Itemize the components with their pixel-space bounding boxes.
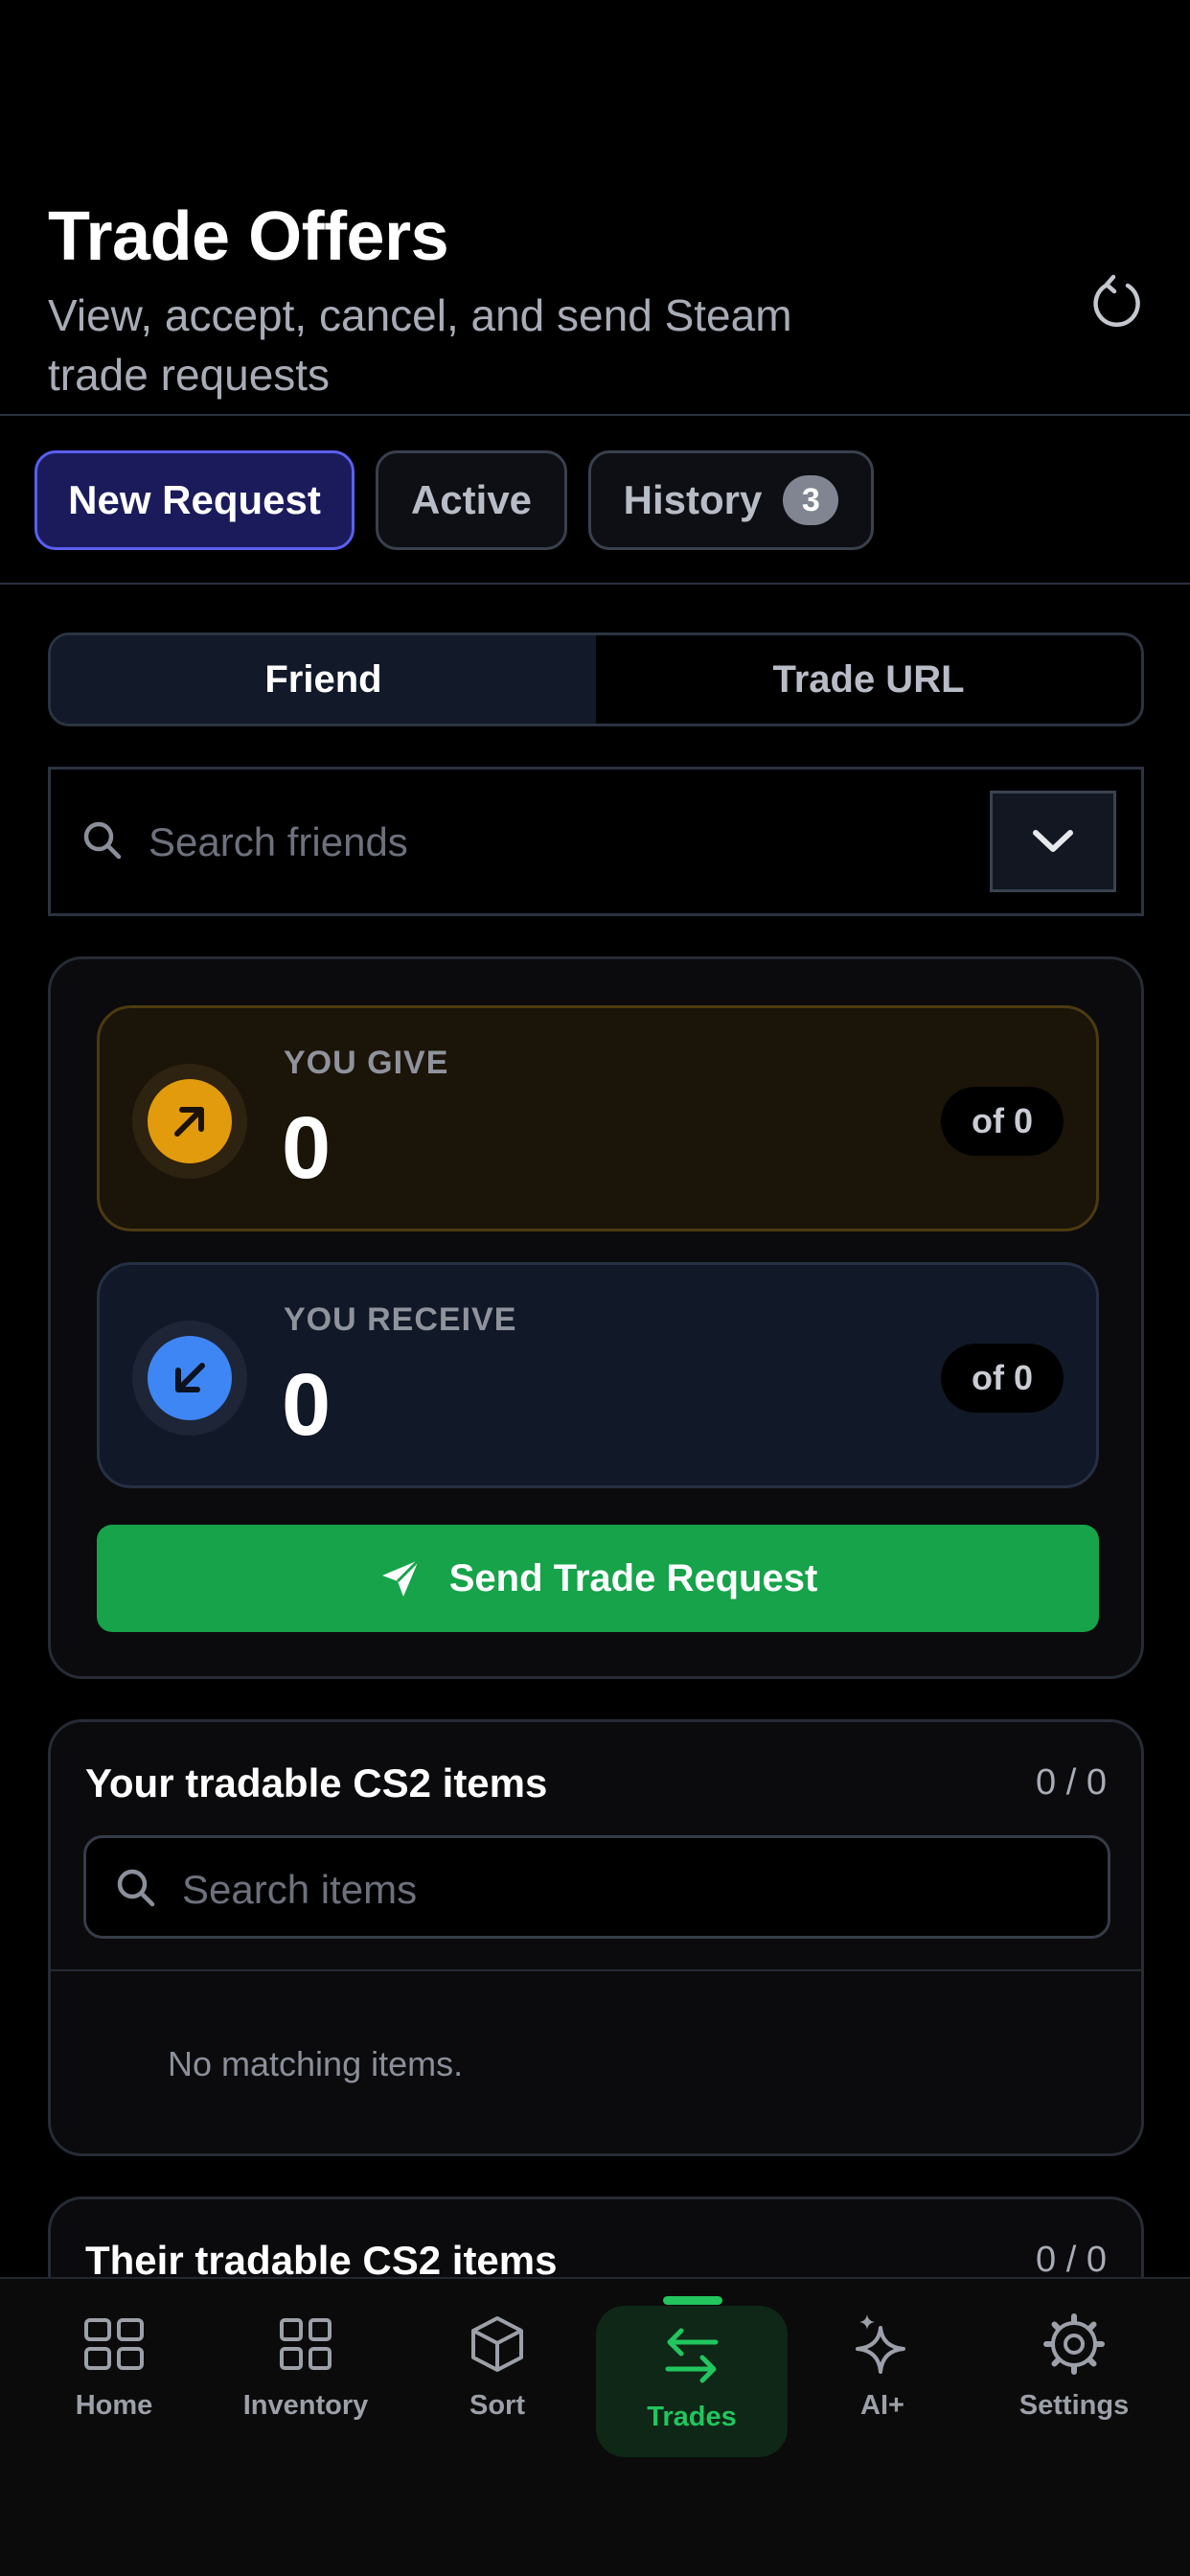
segment-friend[interactable]: Friend [51, 635, 596, 724]
give-icon-circle [132, 1064, 247, 1179]
you-receive-box: YOU RECEIVE 0 of 0 [97, 1262, 1099, 1488]
sparkles-icon [856, 2314, 905, 2374]
friend-dropdown-button[interactable] [990, 791, 1116, 892]
nav-inventory[interactable]: Inventory [215, 2306, 397, 2430]
segment-trade-url[interactable]: Trade URL [596, 635, 1141, 724]
tab-active[interactable]: Active [376, 450, 567, 550]
their-items-count: 0 / 0 [1036, 2240, 1107, 2280]
nav-label: Trades [647, 2402, 737, 2432]
you-give-total: of 0 [941, 1087, 1064, 1156]
send-button-label: Send Trade Request [448, 1556, 818, 1599]
friend-search[interactable]: Search friends [48, 767, 1144, 916]
arrow-up-right-icon [174, 1107, 204, 1137]
bottom-tab-bar: Home Inventory Sort Trades AI+ Settings [0, 2277, 1190, 2576]
chevron-down-icon [1033, 830, 1073, 852]
header: Trade Offers View, accept, cancel, and s… [0, 0, 1190, 416]
search-friends-placeholder: Search friends [149, 819, 408, 864]
tab-history[interactable]: History 3 [588, 450, 874, 550]
arrow-down-left-icon [175, 1363, 205, 1392]
search-items-placeholder: Search items [182, 1867, 418, 1912]
nav-home[interactable]: Home [23, 2306, 205, 2430]
receive-icon-circle [132, 1321, 247, 1436]
you-give-count: 0 [282, 1099, 332, 1197]
you-receive-total: of 0 [941, 1344, 1064, 1413]
box-icon [471, 2316, 523, 2372]
your-items-count: 0 / 0 [1036, 1762, 1107, 1803]
tab-label: History [623, 477, 763, 522]
page-title: Trade Offers [48, 198, 449, 275]
refresh-icon [1093, 274, 1140, 328]
tabs-divider [0, 583, 1190, 585]
paper-plane-icon [381, 1558, 420, 1597]
empty-items-message: No matching items. [168, 2044, 464, 2083]
nav-label: Home [75, 2390, 153, 2421]
your-items-card: Your tradable CS2 items 0 / 0 Search ite… [48, 1719, 1144, 2156]
active-nav-indicator [663, 2296, 722, 2305]
you-receive-label: YOU RECEIVE [284, 1301, 517, 1338]
page-subtitle: View, accept, cancel, and send Steam tra… [48, 290, 792, 400]
trade-tabs: New Request Active History 3 [0, 450, 1190, 550]
send-trade-request-button[interactable]: Send Trade Request [97, 1525, 1099, 1632]
grid-icon [84, 2318, 144, 2370]
tab-label: Active [410, 477, 533, 522]
nav-label: Inventory [242, 2390, 369, 2421]
swap-arrows-icon [665, 2328, 719, 2383]
header-divider [0, 414, 1190, 416]
you-give-box: YOU GIVE 0 of 0 [97, 1005, 1099, 1231]
grid-icon [280, 2318, 332, 2370]
refresh-button[interactable] [1083, 268, 1150, 335]
items-divider [51, 1969, 1141, 1971]
tab-label: New Request [68, 477, 321, 522]
you-give-label: YOU GIVE [284, 1045, 449, 1081]
nav-settings[interactable]: Settings [983, 2306, 1165, 2430]
nav-sort[interactable]: Sort [406, 2306, 588, 2430]
tab-new-request[interactable]: New Request [34, 450, 355, 550]
search-items-input[interactable]: Search items [83, 1835, 1110, 1939]
search-icon [81, 819, 124, 866]
search-icon [115, 1867, 157, 1914]
recipient-type-toggle: Friend Trade URL [48, 632, 1144, 726]
gear-icon [1043, 2313, 1105, 2375]
nav-label: AI+ [860, 2390, 904, 2421]
nav-label: Sort [469, 2390, 525, 2421]
history-count-badge: 3 [783, 475, 839, 525]
you-receive-count: 0 [282, 1356, 332, 1454]
nav-ai-plus[interactable]: AI+ [791, 2306, 973, 2430]
your-items-title: Your tradable CS2 items [85, 1760, 548, 1806]
nav-trades[interactable]: Trades [596, 2306, 788, 2457]
trade-summary-card: YOU GIVE 0 of 0 YOU RECEIVE 0 of 0 Send … [48, 956, 1144, 1679]
nav-label: Settings [1018, 2390, 1130, 2421]
